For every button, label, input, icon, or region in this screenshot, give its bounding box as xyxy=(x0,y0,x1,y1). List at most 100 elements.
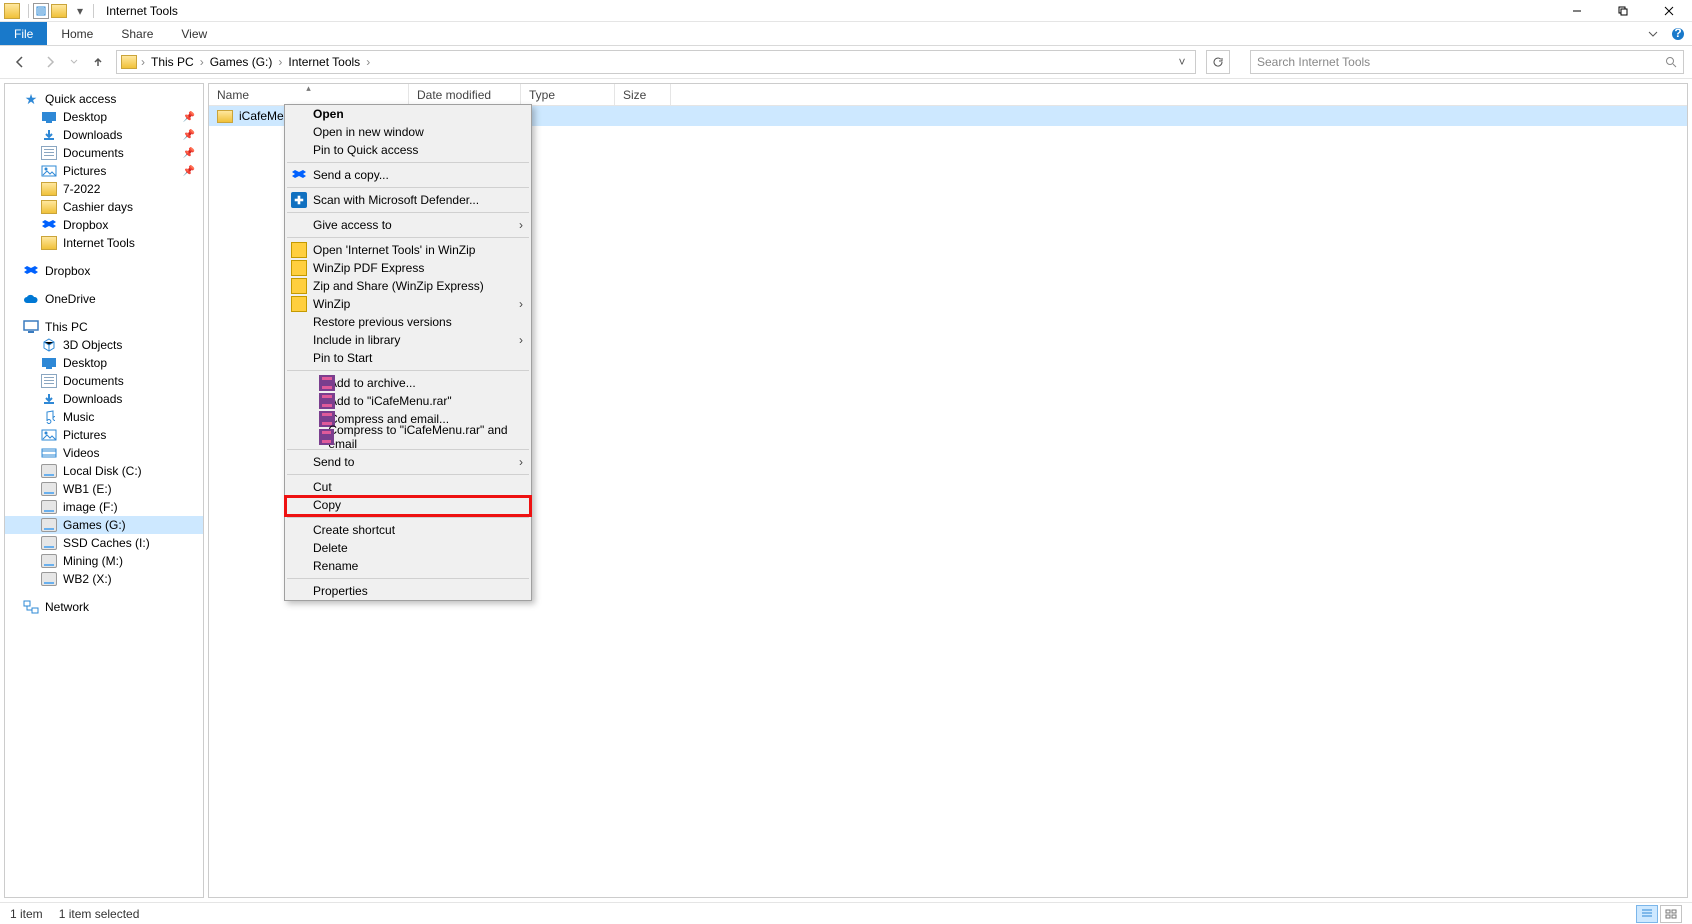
chevron-right-icon[interactable]: › xyxy=(276,55,284,69)
col-type[interactable]: Type xyxy=(521,84,615,105)
col-type-label: Type xyxy=(529,88,555,102)
cm-open-winzip[interactable]: Open 'Internet Tools' in WinZip xyxy=(285,241,531,259)
tree-this-pc[interactable]: This PC xyxy=(5,318,203,336)
cm-send-copy[interactable]: Send a copy... xyxy=(285,166,531,184)
chevron-right-icon[interactable]: › xyxy=(139,55,147,69)
forward-button[interactable] xyxy=(38,50,62,74)
col-size-label: Size xyxy=(623,88,646,102)
chevron-right-icon[interactable]: › xyxy=(364,55,372,69)
column-headers: Name ▴ Date modified Type Size xyxy=(209,84,1687,106)
breadcrumb-internet-tools[interactable]: Internet Tools xyxy=(286,55,362,69)
cm-pin-start[interactable]: Pin to Start xyxy=(285,349,531,367)
nav-tree[interactable]: ★Quick access Desktop📌 Downloads📌 Docume… xyxy=(4,83,204,898)
tree-pc-games-g[interactable]: Games (G:) xyxy=(5,516,203,534)
cm-label: Zip and Share (WinZip Express) xyxy=(313,279,484,293)
tab-file[interactable]: File xyxy=(0,22,47,45)
address-dropdown-icon[interactable]: ˅ xyxy=(1173,55,1191,69)
sort-asc-icon: ▴ xyxy=(306,83,311,94)
recent-dropdown-icon[interactable] xyxy=(68,50,80,74)
tree-pc-documents[interactable]: Documents xyxy=(5,372,203,390)
tree-pc-wb1-e[interactable]: WB1 (E:) xyxy=(5,480,203,498)
tree-pc-desktop[interactable]: Desktop xyxy=(5,354,203,372)
tree-qa-documents[interactable]: Documents📌 xyxy=(5,144,203,162)
refresh-button[interactable] xyxy=(1206,50,1230,74)
cm-delete[interactable]: Delete xyxy=(285,539,531,557)
back-button[interactable] xyxy=(8,50,32,74)
cm-rename[interactable]: Rename xyxy=(285,557,531,575)
document-icon xyxy=(41,374,57,388)
tree-pc-wb2-x[interactable]: WB2 (X:) xyxy=(5,570,203,588)
cm-winzip-pdf[interactable]: WinZip PDF Express xyxy=(285,259,531,277)
col-name[interactable]: Name ▴ xyxy=(209,84,409,105)
tree-qa-7-2022[interactable]: 7-2022 xyxy=(5,180,203,198)
tree-qa-downloads[interactable]: Downloads📌 xyxy=(5,126,203,144)
tree-pc-ssd-caches-i[interactable]: SSD Caches (I:) xyxy=(5,534,203,552)
maximize-button[interactable] xyxy=(1600,0,1646,22)
breadcrumb-thispc[interactable]: This PC xyxy=(149,55,196,69)
tree-label: OneDrive xyxy=(45,292,96,306)
cm-add-archive[interactable]: Add to archive... xyxy=(285,374,531,392)
tree-qa-desktop[interactable]: Desktop📌 xyxy=(5,108,203,126)
cm-open-new-window[interactable]: Open in new window xyxy=(285,123,531,141)
chevron-right-icon[interactable]: › xyxy=(198,55,206,69)
cm-give-access[interactable]: Give access to› xyxy=(285,216,531,234)
tree-label: Documents xyxy=(63,146,124,160)
tree-qa-cashier-days[interactable]: Cashier days xyxy=(5,198,203,216)
tree-pc-local-disk-c[interactable]: Local Disk (C:) xyxy=(5,462,203,480)
tree-qa-pictures[interactable]: Pictures📌 xyxy=(5,162,203,180)
qat-properties-icon[interactable] xyxy=(33,3,49,19)
search-box[interactable] xyxy=(1250,50,1684,74)
tab-home[interactable]: Home xyxy=(47,22,107,45)
view-large-icons-button[interactable] xyxy=(1660,905,1682,923)
tree-pc-downloads[interactable]: Downloads xyxy=(5,390,203,408)
cm-add-rar[interactable]: Add to "iCafeMenu.rar" xyxy=(285,392,531,410)
cm-send-to[interactable]: Send to› xyxy=(285,453,531,471)
tree-qa-dropbox[interactable]: Dropbox xyxy=(5,216,203,234)
tree-quick-access[interactable]: ★Quick access xyxy=(5,90,203,108)
tree-label: Cashier days xyxy=(63,200,133,214)
breadcrumb-games[interactable]: Games (G:) xyxy=(208,55,275,69)
winzip-icon xyxy=(291,278,307,294)
tree-pc-mining-m[interactable]: Mining (M:) xyxy=(5,552,203,570)
ribbon-expand-icon[interactable] xyxy=(1648,22,1658,45)
cm-create-shortcut[interactable]: Create shortcut xyxy=(285,521,531,539)
tree-qa-internet-tools[interactable]: Internet Tools xyxy=(5,234,203,252)
close-button[interactable] xyxy=(1646,0,1692,22)
help-button[interactable]: ? xyxy=(1664,22,1692,45)
view-details-button[interactable] xyxy=(1636,905,1658,923)
qat-dropdown-icon[interactable]: ▾ xyxy=(77,4,83,18)
cm-open[interactable]: Open xyxy=(285,105,531,123)
cm-copy[interactable]: Copy xyxy=(285,496,531,514)
cm-scan-defender[interactable]: ✚Scan with Microsoft Defender... xyxy=(285,191,531,209)
qat-new-folder-icon[interactable] xyxy=(51,4,67,18)
cm-compress-rar-email[interactable]: Compress to "iCafeMenu.rar" and email xyxy=(285,428,531,446)
cm-properties[interactable]: Properties xyxy=(285,582,531,600)
minimize-button[interactable] xyxy=(1554,0,1600,22)
tree-dropbox[interactable]: Dropbox xyxy=(5,262,203,280)
up-button[interactable] xyxy=(86,50,110,74)
tree-pc-3d-objects[interactable]: 3D Objects xyxy=(5,336,203,354)
col-date[interactable]: Date modified xyxy=(409,84,521,105)
cm-restore-prev[interactable]: Restore previous versions xyxy=(285,313,531,331)
tree-network[interactable]: Network xyxy=(5,598,203,616)
search-input[interactable] xyxy=(1257,55,1665,69)
tree-onedrive[interactable]: OneDrive xyxy=(5,290,203,308)
cm-cut[interactable]: Cut xyxy=(285,478,531,496)
tab-share[interactable]: Share xyxy=(107,22,167,45)
col-size[interactable]: Size xyxy=(615,84,671,105)
cm-label: Open 'Internet Tools' in WinZip xyxy=(313,243,475,257)
cm-zip-share-express[interactable]: Zip and Share (WinZip Express) xyxy=(285,277,531,295)
tree-pc-videos[interactable]: Videos xyxy=(5,444,203,462)
tree-label: 3D Objects xyxy=(63,338,122,352)
folder-icon xyxy=(41,236,57,250)
tree-pc-image-f[interactable]: image (F:) xyxy=(5,498,203,516)
cm-pin-quick-access[interactable]: Pin to Quick access xyxy=(285,141,531,159)
tab-view[interactable]: View xyxy=(167,22,221,45)
tree-pc-pictures[interactable]: Pictures xyxy=(5,426,203,444)
cm-winzip[interactable]: WinZip› xyxy=(285,295,531,313)
winzip-icon xyxy=(291,296,307,312)
tree-pc-music[interactable]: Music xyxy=(5,408,203,426)
address-bar[interactable]: › This PC › Games (G:) › Internet Tools … xyxy=(116,50,1196,74)
col-name-label: Name xyxy=(217,88,249,102)
cm-include-library[interactable]: Include in library› xyxy=(285,331,531,349)
